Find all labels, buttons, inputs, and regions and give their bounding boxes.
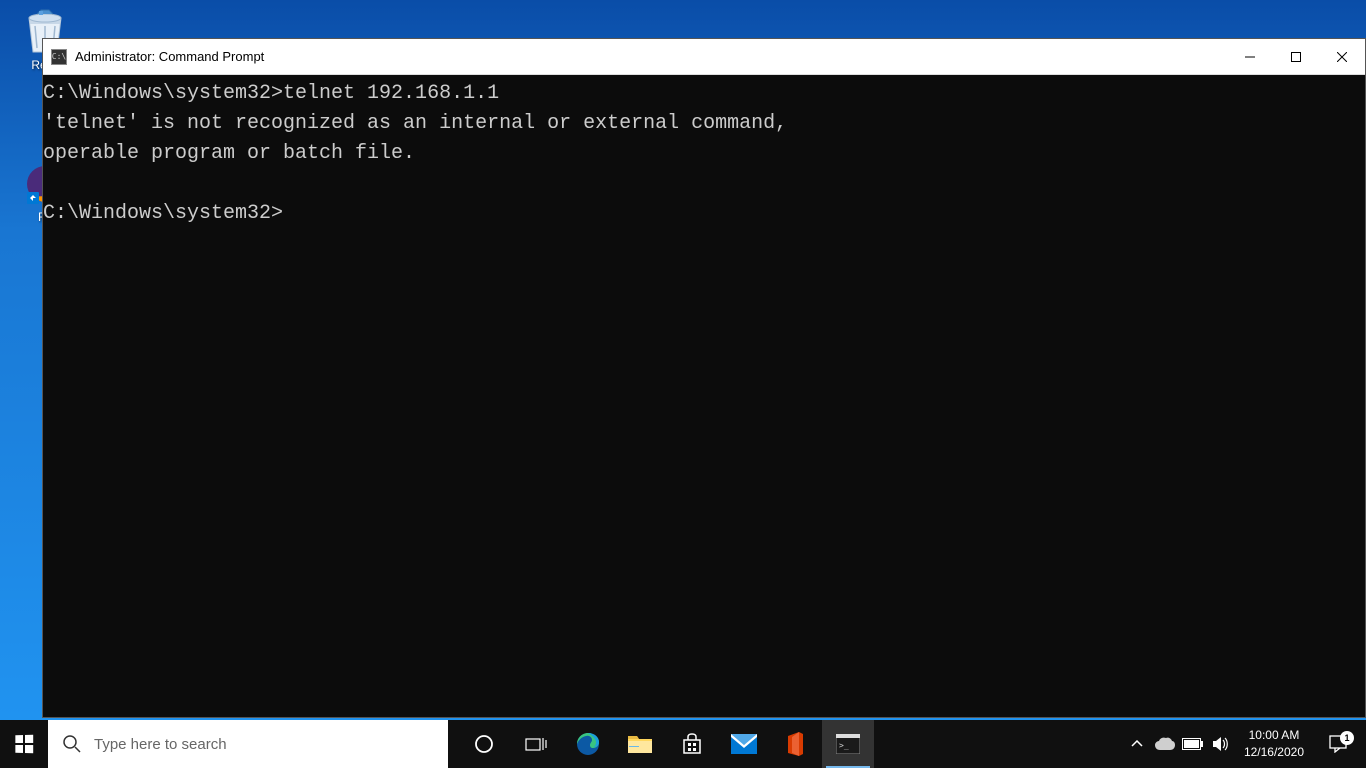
task-view-button[interactable] [510, 720, 562, 768]
taskbar-icons: >_ [458, 720, 874, 768]
window-title: Administrator: Command Prompt [75, 49, 1227, 64]
tray-chevron-icon[interactable] [1124, 720, 1150, 768]
volume-icon[interactable] [1208, 720, 1234, 768]
minimize-button[interactable] [1227, 39, 1273, 74]
terminal-line: operable program or batch file. [43, 142, 415, 165]
action-center-button[interactable]: 1 [1314, 735, 1362, 753]
system-tray: 10:00 AM 12/16/2020 1 [1124, 720, 1366, 768]
terminal-line: C:\Windows\system32>telnet 192.168.1.1 [43, 82, 499, 105]
cortana-button[interactable] [458, 720, 510, 768]
notification-badge: 1 [1340, 731, 1354, 745]
search-placeholder: Type here to search [94, 736, 227, 753]
svg-text:>_: >_ [839, 741, 849, 750]
cmd-icon: C:\ [51, 49, 67, 65]
search-box[interactable]: Type here to search [48, 720, 448, 768]
battery-icon[interactable] [1180, 720, 1206, 768]
microsoft-store-button[interactable] [666, 720, 718, 768]
titlebar[interactable]: C:\ Administrator: Command Prompt [43, 39, 1365, 75]
command-prompt-window: C:\ Administrator: Command Prompt C:\Win… [42, 38, 1366, 718]
mail-button[interactable] [718, 720, 770, 768]
date-text: 12/16/2020 [1244, 744, 1304, 761]
terminal-line: 'telnet' is not recognized as an interna… [43, 112, 787, 135]
window-controls [1227, 39, 1365, 74]
office-button[interactable] [770, 720, 822, 768]
search-icon [62, 734, 82, 754]
clock[interactable]: 10:00 AM 12/16/2020 [1236, 727, 1312, 761]
start-button[interactable] [0, 720, 48, 768]
command-prompt-button[interactable]: >_ [822, 720, 874, 768]
terminal-output[interactable]: C:\Windows\system32>telnet 192.168.1.1 '… [43, 75, 1365, 717]
maximize-button[interactable] [1273, 39, 1319, 74]
onedrive-icon[interactable] [1152, 720, 1178, 768]
close-button[interactable] [1319, 39, 1365, 74]
taskbar: Type here to search [0, 720, 1366, 768]
terminal-line: C:\Windows\system32> [43, 202, 283, 225]
windows-logo-icon [15, 735, 33, 754]
time-text: 10:00 AM [1244, 727, 1304, 744]
edge-button[interactable] [562, 720, 614, 768]
file-explorer-button[interactable] [614, 720, 666, 768]
